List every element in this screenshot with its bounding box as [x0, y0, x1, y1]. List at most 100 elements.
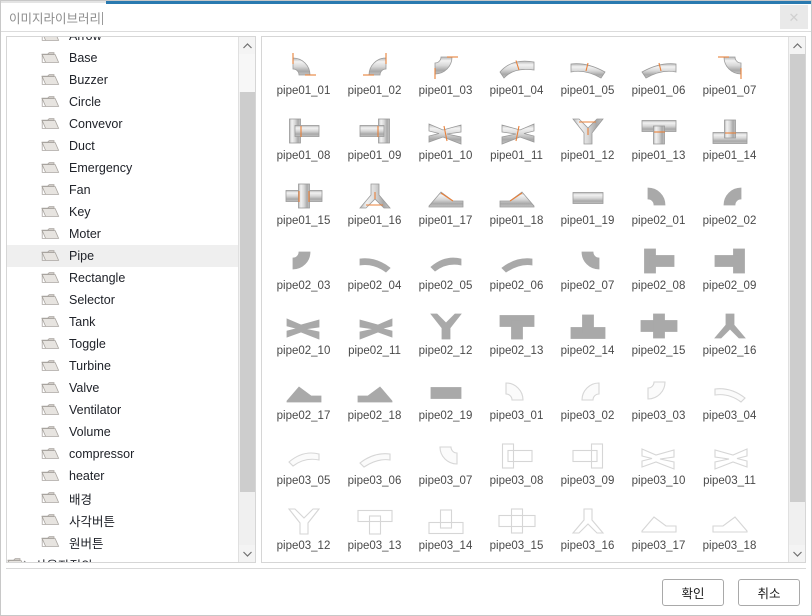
image-grid-item[interactable]: pipe01_17 [410, 175, 481, 240]
image-grid-item[interactable]: pipe02_08 [623, 240, 694, 305]
image-grid-item[interactable]: pipe01_12 [552, 110, 623, 175]
tree-item-compressor[interactable]: compressor [7, 443, 238, 465]
image-grid-item[interactable]: pipe03_01 [481, 370, 552, 435]
image-grid-item[interactable]: pipe02_09 [694, 240, 765, 305]
image-grid-item[interactable]: pipe03_18 [694, 500, 765, 562]
image-grid-item[interactable]: pipe01_18 [481, 175, 552, 240]
image-grid-item[interactable]: pipe01_04 [481, 45, 552, 110]
image-grid-item[interactable]: pipe01_11 [481, 110, 552, 175]
image-grid-item[interactable]: pipe02_10 [268, 305, 339, 370]
tree-item-moter[interactable]: Moter [7, 223, 238, 245]
tree-item-emergency[interactable]: Emergency [7, 157, 238, 179]
tree-item-arrow[interactable]: Arrow [7, 37, 238, 47]
tree-item-toggle[interactable]: Toggle [7, 333, 238, 355]
image-grid-item[interactable]: pipe03_13 [339, 500, 410, 562]
tree-item-base[interactable]: Base [7, 47, 238, 69]
image-grid-item[interactable]: pipe01_14 [694, 110, 765, 175]
pipe02_02-icon [707, 175, 753, 217]
tree-item-pipe[interactable]: Pipe [7, 245, 238, 267]
image-grid[interactable]: pipe01_01 pipe01_02 pipe01_03 pipe01_04 pipe… [262, 37, 788, 562]
image-grid-item[interactable]: pipe03_15 [481, 500, 552, 562]
image-grid-item[interactable]: pipe02_13 [481, 305, 552, 370]
image-grid-item-label: pipe01_11 [490, 150, 543, 162]
image-grid-item[interactable]: pipe01_05 [552, 45, 623, 110]
image-grid-item[interactable]: pipe02_06 [481, 240, 552, 305]
image-grid-item[interactable]: pipe03_08 [481, 435, 552, 500]
tree-item-원버튼[interactable]: 원버튼 [7, 531, 238, 553]
image-grid-item[interactable]: pipe03_02 [552, 370, 623, 435]
image-grid-item[interactable]: pipe03_05 [268, 435, 339, 500]
tree-scroll-up-icon[interactable] [239, 37, 255, 54]
grid-scroll-up-icon[interactable] [789, 37, 805, 54]
cancel-button[interactable]: 취소 [738, 578, 800, 606]
image-grid-item-label: pipe03_10 [631, 475, 686, 487]
category-tree[interactable]: Arrow Base Buzzer Circle Convevor Duct Emergen… [7, 37, 238, 562]
image-grid-item[interactable]: pipe03_17 [623, 500, 694, 562]
grid-scrollbar[interactable] [788, 37, 805, 562]
tree-item-circle[interactable]: Circle [7, 91, 238, 113]
tree-item-사용자정의[interactable]: 사용자정의 [7, 553, 238, 562]
grid-scroll-thumb[interactable] [790, 54, 805, 502]
tree-scroll-thumb[interactable] [240, 92, 255, 492]
tree-item-duct[interactable]: Duct [7, 135, 238, 157]
tree-item-fan[interactable]: Fan [7, 179, 238, 201]
image-grid-item[interactable]: pipe01_02 [339, 45, 410, 110]
image-grid-item[interactable]: pipe01_16 [339, 175, 410, 240]
tree-scrollbar[interactable] [238, 37, 255, 562]
image-grid-item[interactable]: pipe01_19 [552, 175, 623, 240]
tree-item-heater[interactable]: heater [7, 465, 238, 487]
grid-scroll-down-icon[interactable] [789, 545, 805, 562]
image-grid-item[interactable]: pipe01_09 [339, 110, 410, 175]
image-grid-item[interactable]: pipe03_10 [623, 435, 694, 500]
tree-item-배경[interactable]: 배경 [7, 487, 238, 509]
image-grid-item[interactable]: pipe02_16 [694, 305, 765, 370]
image-grid-item[interactable]: pipe01_15 [268, 175, 339, 240]
tree-item-turbine[interactable]: Turbine [7, 355, 238, 377]
image-grid-item[interactable]: pipe03_04 [694, 370, 765, 435]
image-grid-item[interactable]: pipe02_15 [623, 305, 694, 370]
image-grid-item[interactable]: pipe01_08 [268, 110, 339, 175]
ok-button[interactable]: 확인 [662, 578, 724, 606]
tree-item-volume[interactable]: Volume [7, 421, 238, 443]
image-grid-item[interactable]: pipe03_09 [552, 435, 623, 500]
tree-item-ventilator[interactable]: Ventilator [7, 399, 238, 421]
tree-item-buzzer[interactable]: Buzzer [7, 69, 238, 91]
image-grid-item[interactable]: pipe02_05 [410, 240, 481, 305]
tree-item-key[interactable]: Key [7, 201, 238, 223]
image-grid-item[interactable]: pipe03_03 [623, 370, 694, 435]
image-grid-item[interactable]: pipe03_14 [410, 500, 481, 562]
image-grid-item[interactable]: pipe01_07 [694, 45, 765, 110]
tree-item-valve[interactable]: Valve [7, 377, 238, 399]
image-grid-item[interactable]: pipe01_13 [623, 110, 694, 175]
image-grid-item[interactable]: pipe01_03 [410, 45, 481, 110]
image-grid-item-label: pipe01_17 [418, 215, 473, 227]
image-grid-item[interactable]: pipe02_14 [552, 305, 623, 370]
image-grid-item[interactable]: pipe03_11 [694, 435, 765, 500]
image-grid-item[interactable]: pipe01_01 [268, 45, 339, 110]
image-grid-item[interactable]: pipe03_07 [410, 435, 481, 500]
image-grid-item[interactable]: pipe02_01 [623, 175, 694, 240]
image-grid-item[interactable]: pipe02_18 [339, 370, 410, 435]
image-grid-item[interactable]: pipe02_17 [268, 370, 339, 435]
tree-item-tank[interactable]: Tank [7, 311, 238, 333]
image-grid-item[interactable]: pipe02_12 [410, 305, 481, 370]
tree-scroll-track-upper[interactable] [239, 54, 255, 92]
image-grid-item[interactable]: pipe02_04 [339, 240, 410, 305]
image-grid-item[interactable]: pipe02_19 [410, 370, 481, 435]
tree-scroll-down-icon[interactable] [239, 545, 255, 562]
image-grid-item[interactable]: pipe03_16 [552, 500, 623, 562]
image-grid-item[interactable]: pipe02_07 [552, 240, 623, 305]
image-grid-item[interactable]: pipe02_11 [339, 305, 410, 370]
image-grid-item[interactable]: pipe02_02 [694, 175, 765, 240]
image-grid-item[interactable]: pipe03_12 [268, 500, 339, 562]
tree-item-rectangle[interactable]: Rectangle [7, 267, 238, 289]
tree-item-selector[interactable]: Selector [7, 289, 238, 311]
image-grid-item[interactable]: pipe01_06 [623, 45, 694, 110]
tree-item-사각버튼[interactable]: 사각버튼 [7, 509, 238, 531]
close-icon[interactable]: ✕ [780, 5, 808, 29]
tree-item-convevor[interactable]: Convevor [7, 113, 238, 135]
image-grid-item[interactable]: pipe03_06 [339, 435, 410, 500]
image-grid-item[interactable]: pipe02_03 [268, 240, 339, 305]
image-grid-item-label: pipe02_15 [631, 345, 686, 357]
image-grid-item[interactable]: pipe01_10 [410, 110, 481, 175]
